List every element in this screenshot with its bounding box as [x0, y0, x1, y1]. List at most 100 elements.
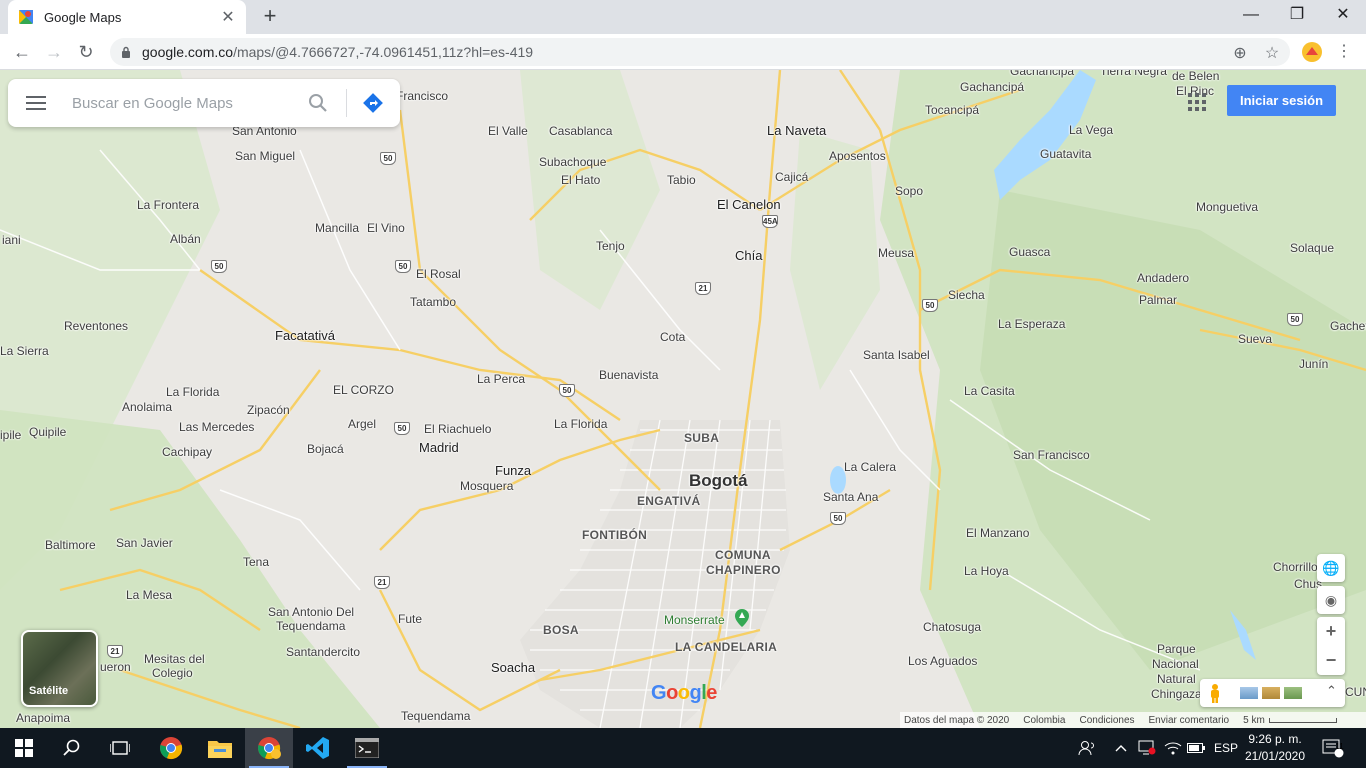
map-label[interactable]: Cachipay: [162, 445, 212, 459]
restore-button[interactable]: ❐: [1274, 0, 1320, 34]
map-label[interactable]: LA CANDELARIA: [675, 640, 777, 654]
map-label[interactable]: Natural: [1157, 672, 1196, 686]
satellite-layer-button[interactable]: Satélite: [21, 630, 98, 707]
map-label[interactable]: Tocancipá: [925, 103, 979, 117]
map-label[interactable]: Funza: [495, 463, 531, 478]
windows-start-icon[interactable]: [0, 728, 48, 768]
map-label[interactable]: El Valle: [488, 124, 528, 138]
map-label[interactable]: ueron: [100, 660, 131, 674]
map-label[interactable]: Albán: [170, 232, 201, 246]
reload-button[interactable]: ↻: [74, 40, 98, 64]
map-label[interactable]: Siecha: [948, 288, 985, 302]
address-bar[interactable]: google.com.co/maps/@4.7666727,-74.096145…: [110, 38, 1290, 66]
map-label[interactable]: Las Mercedes: [179, 420, 254, 434]
map-label[interactable]: Sopo: [895, 184, 923, 198]
map-label[interactable]: Gachancipá: [1010, 70, 1074, 78]
map-label[interactable]: Mancilla: [315, 221, 359, 235]
zoom-out-button[interactable]: −: [1317, 646, 1345, 675]
map-label[interactable]: de Belen: [1172, 70, 1219, 83]
map-label[interactable]: Francisco: [396, 89, 448, 103]
map-label[interactable]: La Casita: [964, 384, 1015, 398]
map-label[interactable]: Subachoque: [539, 155, 606, 169]
map-label[interactable]: Junín: [1299, 357, 1328, 371]
map-label[interactable]: La Calera: [844, 460, 896, 474]
map-label[interactable]: Madrid: [419, 440, 459, 455]
map-label[interactable]: CHAPINERO: [706, 563, 781, 577]
terminal-icon[interactable]: [343, 728, 391, 768]
map-label[interactable]: Nacional: [1152, 657, 1199, 671]
map-label[interactable]: La Naveta: [767, 123, 826, 138]
google-apps-icon[interactable]: [1188, 93, 1206, 111]
map-label[interactable]: Solaque: [1290, 241, 1334, 255]
scale-bar[interactable]: 5 km: [1243, 715, 1337, 726]
map-label[interactable]: CUN: [1345, 685, 1366, 699]
map-label[interactable]: La Frontera: [137, 198, 199, 212]
system-clock[interactable]: 9:26 p. m. 21/01/2020: [1240, 731, 1310, 765]
map-label[interactable]: La Sierra: [0, 344, 49, 358]
map-label[interactable]: Soacha: [491, 660, 535, 675]
map-label[interactable]: El Manzano: [966, 526, 1029, 540]
new-tab-button[interactable]: +: [258, 5, 282, 29]
search-taskbar-icon[interactable]: [48, 728, 96, 768]
map-label[interactable]: Monserrate: [664, 613, 725, 627]
map-label[interactable]: La Florida: [166, 385, 219, 399]
map-label[interactable]: El Rosal: [416, 267, 461, 281]
country-link[interactable]: Colombia: [1023, 715, 1065, 726]
map-label[interactable]: EL CORZO: [333, 383, 394, 397]
map-label[interactable]: La Florida: [554, 417, 607, 431]
map-label[interactable]: Fute: [398, 612, 422, 626]
bookmark-star-icon[interactable]: ☆: [1262, 44, 1282, 64]
map-label[interactable]: Tena: [243, 555, 269, 569]
map-label[interactable]: La Esperaza: [998, 317, 1065, 331]
map-label[interactable]: Chatosuga: [923, 620, 981, 634]
map-label[interactable]: La Hoya: [964, 564, 1009, 578]
map-label[interactable]: Tabio: [667, 173, 696, 187]
map-label[interactable]: La Perca: [477, 372, 525, 386]
map-label[interactable]: Bojacá: [307, 442, 344, 456]
expand-layers-icon[interactable]: ⌃: [1326, 683, 1337, 699]
map-label[interactable]: COMUNA: [715, 548, 771, 562]
file-explorer-icon[interactable]: [196, 728, 244, 768]
map-label[interactable]: Mosquera: [460, 479, 513, 493]
back-button[interactable]: ←: [10, 40, 34, 64]
map-label[interactable]: Los Aguados: [908, 654, 977, 668]
pegman-icon[interactable]: [1208, 683, 1222, 703]
map-label[interactable]: Chingaza: [1151, 687, 1202, 701]
map-label[interactable]: Andadero: [1137, 271, 1189, 285]
map-label[interactable]: El Vino: [367, 221, 405, 235]
zoom-in-button[interactable]: +: [1317, 617, 1345, 646]
map-label[interactable]: Zipacón: [247, 403, 290, 417]
map-label[interactable]: Meusa: [878, 246, 914, 260]
map-label[interactable]: Guasca: [1009, 245, 1050, 259]
map-label[interactable]: Cajicá: [775, 170, 808, 184]
map-label[interactable]: El Canelon: [717, 197, 781, 212]
battery-icon[interactable]: [1187, 728, 1205, 768]
map-label[interactable]: Gachet: [1330, 319, 1366, 333]
network-monitor-icon[interactable]: [1138, 728, 1156, 768]
map-label[interactable]: Baltimore: [45, 538, 96, 552]
task-view-icon[interactable]: [96, 728, 144, 768]
forward-button[interactable]: →: [42, 40, 66, 64]
close-window-button[interactable]: ✕: [1320, 0, 1366, 34]
search-input[interactable]: [72, 91, 302, 115]
sign-in-button[interactable]: Iniciar sesión: [1227, 85, 1336, 116]
terrain-layer-thumb[interactable]: [1284, 687, 1302, 699]
map-label[interactable]: iani: [2, 233, 21, 247]
map-label[interactable]: El Hato: [561, 173, 600, 187]
chrome-taskbar-icon[interactable]: [147, 728, 195, 768]
map-label[interactable]: Aposentos: [829, 149, 886, 163]
vscode-icon[interactable]: [294, 728, 342, 768]
map-label[interactable]: Santandercito: [286, 645, 360, 659]
map-label[interactable]: La Vega: [1069, 123, 1113, 137]
hamburger-menu-icon[interactable]: [26, 96, 46, 110]
map-label[interactable]: Reventones: [64, 319, 128, 333]
people-icon[interactable]: [1078, 728, 1096, 768]
terms-link[interactable]: Condiciones: [1079, 715, 1134, 726]
map-label[interactable]: Sueva: [1238, 332, 1272, 346]
map-label[interactable]: Tenjo: [596, 239, 625, 253]
map-label[interactable]: SUBA: [684, 431, 719, 445]
map-label[interactable]: Tequendama: [276, 619, 345, 633]
map-label[interactable]: Cota: [660, 330, 685, 344]
map-label[interactable]: Buenavista: [599, 368, 658, 382]
map-label[interactable]: Tierra Negra: [1100, 70, 1167, 78]
